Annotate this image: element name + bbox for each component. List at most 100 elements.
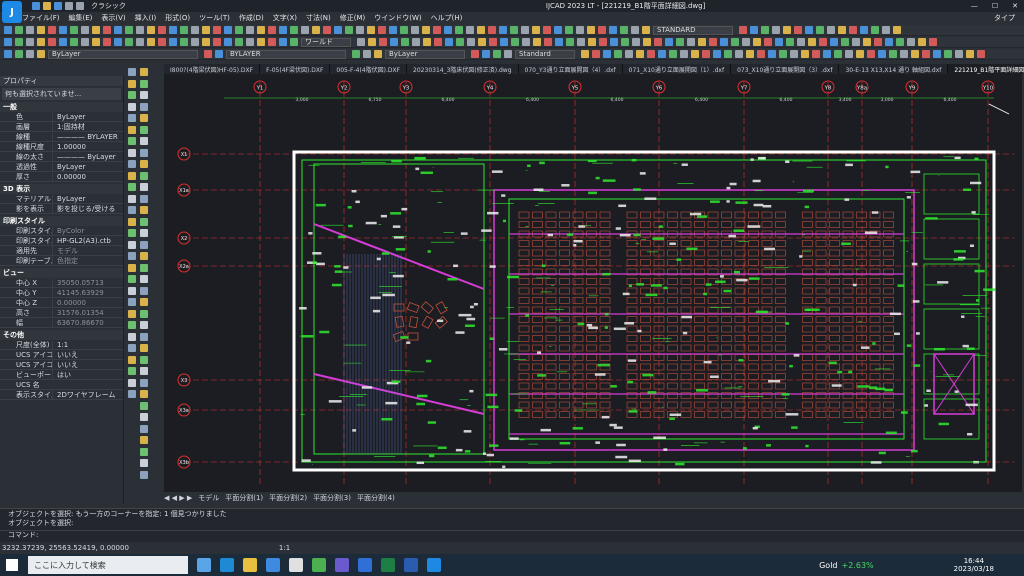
tool-icon[interactable]: [801, 50, 809, 58]
tool-icon[interactable]: [533, 38, 541, 46]
property-value[interactable]: 63670.86670: [52, 318, 123, 327]
property-value[interactable]: ———— BYLAYER: [52, 132, 123, 141]
menu-item-7[interactable]: 文字(X): [273, 13, 297, 23]
draw-tool-icon[interactable]: [140, 125, 148, 134]
tool-icon[interactable]: [808, 38, 816, 46]
property-row[interactable]: ビューポートご...はい: [0, 369, 123, 380]
menu-item-8[interactable]: 寸法(N): [306, 13, 331, 23]
taskbar-search[interactable]: ここに入力して検索: [28, 556, 188, 574]
tool-icon[interactable]: [246, 26, 254, 34]
tool-icon[interactable]: [819, 38, 827, 46]
tool-icon[interactable]: [599, 38, 607, 46]
draw-tool-icon[interactable]: [128, 217, 136, 226]
store-icon[interactable]: [266, 558, 280, 572]
tool-icon[interactable]: [944, 50, 952, 58]
tool-icon[interactable]: [379, 38, 387, 46]
tool-icon[interactable]: [4, 26, 12, 34]
draw-tool-icon[interactable]: [128, 390, 136, 398]
tool-icon[interactable]: [544, 38, 552, 46]
property-row[interactable]: 適用先 モデル: [0, 245, 123, 256]
tool-icon[interactable]: [720, 38, 728, 46]
tool-icon[interactable]: [4, 50, 12, 58]
draw-tool-icon[interactable]: [140, 217, 148, 226]
tool-icon[interactable]: [215, 50, 223, 58]
tool-icon[interactable]: [352, 50, 360, 58]
style-combo[interactable]: STANDARD: [653, 25, 733, 35]
floor-plan-drawing[interactable]: Y1 Y2 Y3 Y4 Y5 Y6 Y7 Y8 Y8a Y9 Y103,000 6,750 6,400 6…: [164, 74, 1022, 492]
draw-tool-icon[interactable]: [140, 229, 148, 237]
tool-icon[interactable]: [620, 26, 628, 34]
draw-tool-icon[interactable]: [140, 263, 148, 272]
layer-combo[interactable]: ByLayer: [48, 49, 198, 59]
tool-icon[interactable]: [543, 26, 551, 34]
draw-tool-icon[interactable]: [128, 252, 136, 260]
tool-icon[interactable]: [830, 38, 838, 46]
tool-icon[interactable]: [59, 26, 67, 34]
tool-icon[interactable]: [92, 26, 100, 34]
property-row[interactable]: 厚さ 0.00000: [0, 172, 123, 182]
tool-icon[interactable]: [852, 38, 860, 46]
tool-icon[interactable]: [279, 26, 287, 34]
menu-item-6[interactable]: 作成(D): [239, 13, 264, 23]
draw-tool-icon[interactable]: [140, 68, 148, 76]
tool-icon[interactable]: [511, 38, 519, 46]
tool-icon[interactable]: [15, 38, 23, 46]
document-tab[interactable]: 073_X10通り立面展開図（3）.dxf: [731, 64, 840, 74]
property-value[interactable]: 色指定: [52, 255, 123, 266]
tool-icon[interactable]: [103, 26, 111, 34]
tool-icon[interactable]: [312, 26, 320, 34]
tool-icon[interactable]: [37, 26, 45, 34]
draw-tool-icon[interactable]: [128, 229, 136, 237]
draw-tool-icon[interactable]: [128, 183, 136, 191]
tool-icon[interactable]: [92, 38, 100, 46]
document-tab[interactable]: 20230314_3階床伏図(修正済).dwg: [407, 64, 519, 74]
task-view-icon[interactable]: [197, 558, 211, 572]
property-value[interactable]: 影を投じる/受ける: [52, 203, 123, 214]
tool-icon[interactable]: [510, 26, 518, 34]
tool-icon[interactable]: [389, 26, 397, 34]
tool-icon[interactable]: [59, 38, 67, 46]
draw-tool-icon[interactable]: [128, 79, 136, 88]
tool-icon[interactable]: [797, 38, 805, 46]
tool-icon[interactable]: [471, 50, 479, 58]
tool-icon[interactable]: [125, 26, 133, 34]
tool-icon[interactable]: [136, 26, 144, 34]
tool-icon[interactable]: [687, 38, 695, 46]
tool-icon[interactable]: [750, 26, 758, 34]
draw-tool-icon[interactable]: [140, 240, 148, 249]
tool-icon[interactable]: [521, 26, 529, 34]
property-row[interactable]: 印刷テーブル...色指定: [0, 255, 123, 266]
property-value[interactable]: ByLayer: [52, 194, 123, 203]
tool-icon[interactable]: [477, 26, 485, 34]
tool-icon[interactable]: [900, 50, 908, 58]
property-row[interactable]: 印刷スタイルByColor: [0, 226, 123, 236]
word-icon[interactable]: [404, 558, 418, 572]
property-row[interactable]: 色 ByLayer: [0, 112, 123, 122]
draw-tool-icon[interactable]: [128, 125, 136, 134]
tool-icon[interactable]: [489, 38, 497, 46]
property-value[interactable]: HP-GL2(A3).ctb: [52, 236, 123, 245]
tool-icon[interactable]: [158, 26, 166, 34]
tool-icon[interactable]: [764, 38, 772, 46]
tool-icon[interactable]: [445, 38, 453, 46]
tool-icon[interactable]: [816, 26, 824, 34]
draw-tool-icon[interactable]: [140, 252, 148, 260]
draw-tool-icon[interactable]: [140, 447, 148, 456]
tool-icon[interactable]: [378, 26, 386, 34]
tool-icon[interactable]: [775, 38, 783, 46]
tool-icon[interactable]: [70, 26, 78, 34]
teams-icon[interactable]: [335, 558, 349, 572]
draw-tool-icon[interactable]: [140, 286, 148, 295]
document-tab[interactable]: 30-E-13 X13,X14 通り 軸組図.dxf: [839, 64, 949, 74]
tool-icon[interactable]: [739, 26, 747, 34]
tool-icon[interactable]: [147, 26, 155, 34]
property-row[interactable]: 影を表示 影を投じる/受ける: [0, 203, 123, 214]
property-row[interactable]: 高さ 31576.01354: [0, 308, 123, 318]
tool-icon[interactable]: [691, 50, 699, 58]
tool-icon[interactable]: [577, 38, 585, 46]
tool-icon[interactable]: [246, 38, 254, 46]
tool-icon[interactable]: [257, 26, 265, 34]
draw-tool-icon[interactable]: [128, 171, 136, 180]
property-value[interactable]: はい: [52, 369, 123, 380]
draw-tool-icon[interactable]: [128, 355, 136, 364]
